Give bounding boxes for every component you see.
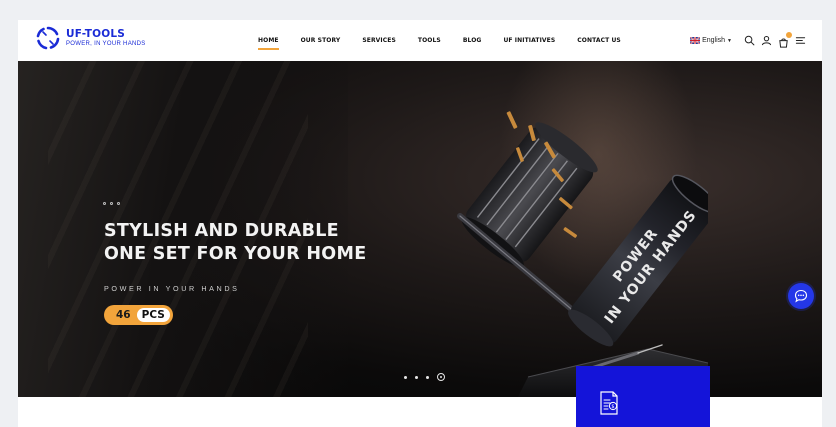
logo-mark-icon xyxy=(36,26,60,50)
chat-button[interactable] xyxy=(788,283,814,309)
decor-dot xyxy=(110,202,113,205)
header-tools: English ▼ xyxy=(690,20,806,61)
decor-dot xyxy=(117,202,120,205)
slide-dot-active[interactable] xyxy=(437,373,445,381)
pcs-label: PCS xyxy=(136,308,170,322)
cart-count-badge xyxy=(786,32,792,38)
brand-name: UF-TOOLS xyxy=(66,27,126,40)
menu-icon[interactable] xyxy=(795,35,806,46)
decor-dots xyxy=(103,202,120,205)
user-icon[interactable] xyxy=(761,35,772,46)
nav-uf-initiatives[interactable]: UF INITIATIVES xyxy=(503,37,555,44)
site-header: UF-TOOLS POWER, IN YOUR HANDS HOME OUR S… xyxy=(18,20,822,61)
caret-down-icon: ▼ xyxy=(727,37,732,44)
hero-headline-line2: ONE SET FOR YOUR HOME xyxy=(104,244,367,264)
brand-tagline: POWER, IN YOUR HANDS xyxy=(66,41,146,48)
language-label: English xyxy=(702,37,726,44)
cart-button[interactable] xyxy=(778,32,792,48)
nav-services[interactable]: SERVICES xyxy=(362,37,396,44)
hero-banner: STYLISH AND DURABLE ONE SET FOR YOUR HOM… xyxy=(18,61,822,397)
uk-flag-icon xyxy=(690,37,701,44)
pcs-number: 46 xyxy=(116,309,131,321)
nav-home[interactable]: HOME xyxy=(258,37,279,50)
slide-dot[interactable] xyxy=(426,375,429,379)
chat-bubble-icon xyxy=(794,289,808,303)
nav-our-story[interactable]: OUR STORY xyxy=(301,37,341,44)
feature-card[interactable]: $ xyxy=(576,366,710,427)
svg-text:$: $ xyxy=(611,404,614,410)
nav-blog[interactable]: BLOG xyxy=(463,37,482,44)
slider-pagination xyxy=(404,373,445,381)
document-money-icon: $ xyxy=(600,391,618,415)
screwdriver-set-image: POWER IN YOUR HANDS xyxy=(457,111,708,397)
nav-tools[interactable]: TOOLS xyxy=(418,37,441,44)
cart-icon xyxy=(779,38,788,48)
main-nav: HOME OUR STORY SERVICES TOOLS BLOG UF IN… xyxy=(258,20,643,61)
language-selector[interactable]: English ▼ xyxy=(690,37,732,44)
hero-headline: STYLISH AND DURABLE ONE SET FOR YOUR HOM… xyxy=(104,220,366,266)
slide-dot[interactable] xyxy=(415,375,418,379)
hero-headline-line1: STYLISH AND DURABLE xyxy=(104,221,339,241)
slide-dot[interactable] xyxy=(404,375,407,379)
brand-logo[interactable]: UF-TOOLS POWER, IN YOUR HANDS xyxy=(36,26,146,50)
nav-contact-us[interactable]: CONTACT US xyxy=(577,37,621,44)
hero-subline: POWER IN YOUR HANDS xyxy=(104,284,240,293)
page-frame: UF-TOOLS POWER, IN YOUR HANDS HOME OUR S… xyxy=(18,20,822,427)
decor-dot xyxy=(103,202,106,205)
search-icon[interactable] xyxy=(744,35,755,46)
pcs-badge: 46 PCS xyxy=(104,305,173,325)
